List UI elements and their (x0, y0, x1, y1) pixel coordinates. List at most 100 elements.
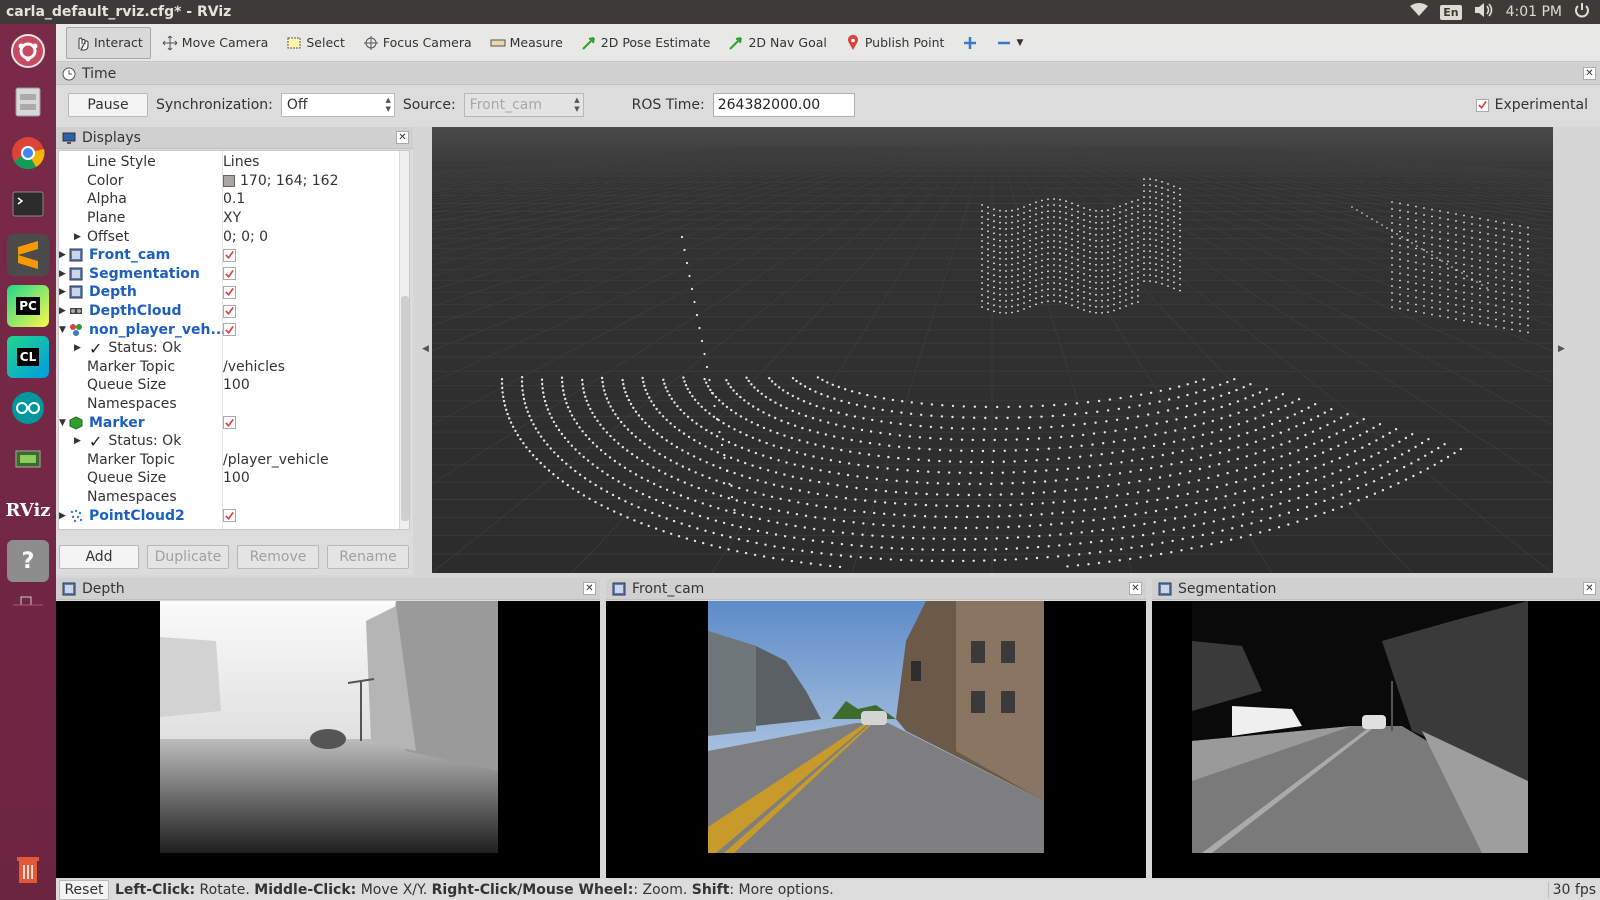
power-settings-icon[interactable] (1574, 2, 1590, 22)
displays-scrollbar[interactable] (399, 151, 409, 529)
workspace-switcher-icon[interactable] (13, 591, 43, 611)
sublime-text-icon[interactable] (7, 234, 49, 276)
display-enabled-checkbox[interactable] (223, 304, 236, 318)
display-row-depthcloud[interactable]: ▶ DepthCloud (59, 302, 399, 321)
time-controls: Pause Synchronization: Off ▲ ▼ Source: Fr… (56, 85, 1600, 125)
property-value[interactable]: 0; 0; 0 (223, 227, 268, 246)
wifi-icon[interactable] (1410, 3, 1429, 21)
display-enabled-checkbox[interactable] (223, 285, 236, 299)
experimental-toggle[interactable]: Experimental (1475, 97, 1588, 113)
property-row-marker-topic[interactable]: Marker Topic /player_vehicle (59, 451, 399, 470)
expand-arrow-icon[interactable]: ▶ (74, 232, 81, 242)
clock[interactable]: 4:01 PM (1506, 4, 1562, 20)
ros-time-field[interactable]: 264382000.00 (712, 93, 855, 117)
property-row-line-style[interactable]: Line Style Lines (59, 153, 399, 172)
property-value[interactable]: /player_vehicle (223, 451, 329, 470)
rviz-icon[interactable]: RViz (5, 489, 50, 531)
close-displays-panel-button[interactable]: ✕ (396, 131, 409, 144)
scrollbar-thumb[interactable] (401, 296, 409, 521)
display-row-non-player-vehicles[interactable]: ▼ non_player_veh... (59, 320, 399, 339)
display-enabled-checkbox[interactable] (223, 248, 236, 262)
status-row[interactable]: ▶ ✓ Status: Ok (59, 339, 399, 358)
image-display-icon (69, 267, 83, 281)
add-tool-button[interactable] (955, 27, 985, 59)
property-value[interactable]: Lines (223, 153, 259, 172)
close-time-panel-button[interactable]: ✕ (1583, 67, 1596, 80)
duplicate-display-button[interactable]: Duplicate (147, 545, 229, 569)
display-row-marker[interactable]: ▼ Marker (59, 413, 399, 432)
property-row-marker-topic[interactable]: Marker Topic /vehicles (59, 358, 399, 377)
property-value[interactable]: 0.1 (223, 190, 245, 209)
expand-arrow-icon[interactable]: ▶ (59, 287, 66, 297)
3d-render-viewport[interactable] (432, 127, 1553, 573)
reset-view-button[interactable]: Reset (59, 879, 109, 900)
add-display-button[interactable]: Add (59, 545, 139, 569)
system-monitor-icon[interactable] (7, 438, 49, 480)
display-row-segmentation[interactable]: ▶ Segmentation (59, 265, 399, 284)
2d-pose-estimate-tool-button[interactable]: 2D Pose Estimate (574, 27, 718, 59)
display-row-depth[interactable]: ▶ Depth (59, 283, 399, 302)
collapse-right-dock-arrow[interactable]: ▶ (1558, 344, 1565, 354)
expand-arrow-icon[interactable]: ▶ (74, 343, 81, 353)
pycharm-icon[interactable]: PC (7, 285, 49, 327)
interact-tool-button[interactable]: Interact (66, 26, 151, 59)
close-segmentation-panel-button[interactable]: ✕ (1583, 582, 1596, 595)
color-swatch[interactable] (223, 174, 235, 187)
arduino-icon[interactable] (7, 387, 49, 429)
synchronization-label: Synchronization: (156, 97, 273, 113)
property-row-color[interactable]: Color 170; 164; 162 (59, 172, 399, 191)
display-enabled-checkbox[interactable] (223, 416, 236, 430)
remove-display-button[interactable]: Remove (237, 545, 319, 569)
display-enabled-checkbox[interactable] (223, 323, 236, 337)
expand-arrow-icon[interactable]: ▶ (74, 436, 81, 446)
pause-button[interactable]: Pause (68, 93, 148, 117)
property-value[interactable]: /vehicles (223, 358, 285, 377)
rename-display-button[interactable]: Rename (327, 545, 409, 569)
property-row-namespaces[interactable]: Namespaces (59, 395, 399, 414)
property-row-queue-size[interactable]: Queue Size 100 (59, 376, 399, 395)
collapse-arrow-icon[interactable]: ▼ (59, 325, 66, 335)
measure-tool-button[interactable]: Measure (483, 27, 570, 59)
property-value[interactable]: 100 (223, 376, 250, 395)
synchronization-select[interactable]: Off ▲ ▼ (280, 93, 395, 117)
property-row-offset[interactable]: ▶ Offset 0; 0; 0 (59, 227, 399, 246)
property-row-queue-size[interactable]: Queue Size 100 (59, 469, 399, 488)
display-row-pointcloud2[interactable]: ▶ PointCloud2 (59, 506, 399, 525)
checkmark-icon (1477, 100, 1487, 110)
expand-arrow-icon[interactable]: ▶ (59, 269, 66, 279)
terminal-icon[interactable] (7, 183, 49, 225)
display-enabled-checkbox[interactable] (223, 267, 236, 281)
property-value[interactable]: 170; 164; 162 (223, 172, 339, 191)
focus-camera-tool-button[interactable]: Focus Camera (356, 27, 479, 59)
close-front-cam-panel-button[interactable]: ✕ (1129, 582, 1142, 595)
files-icon[interactable] (7, 81, 49, 123)
clion-icon[interactable]: CL (7, 336, 49, 378)
remove-tool-dropdown[interactable]: ▼ (989, 27, 1030, 59)
expand-arrow-icon[interactable]: ▶ (59, 306, 66, 316)
property-value[interactable]: 100 (223, 469, 250, 488)
select-tool-button[interactable]: Select (279, 27, 352, 59)
chrome-icon[interactable] (7, 132, 49, 174)
expand-arrow-icon[interactable]: ▶ (59, 511, 66, 521)
trash-icon[interactable] (7, 848, 49, 890)
source-select[interactable]: Front_cam ▲ ▼ (463, 93, 584, 117)
help-icon[interactable]: ? (7, 540, 49, 582)
expand-arrow-icon[interactable]: ▶ (59, 250, 66, 260)
status-row[interactable]: ▶ ✓ Status: Ok (59, 432, 399, 451)
keyboard-language-indicator[interactable]: En (1440, 4, 1462, 20)
move-camera-tool-button[interactable]: Move Camera (155, 27, 276, 59)
collapse-arrow-icon[interactable]: ▼ (59, 418, 66, 428)
ubuntu-dash-icon[interactable] (7, 30, 49, 72)
collapse-left-dock-arrow[interactable]: ◀ (422, 344, 429, 354)
display-row-front-cam[interactable]: ▶ Front_cam (59, 246, 399, 265)
experimental-checkbox[interactable] (1475, 98, 1489, 112)
2d-nav-goal-tool-button[interactable]: 2D Nav Goal (721, 27, 833, 59)
property-row-plane[interactable]: Plane XY (59, 209, 399, 228)
publish-point-tool-button[interactable]: Publish Point (838, 27, 952, 59)
close-depth-panel-button[interactable]: ✕ (583, 582, 596, 595)
display-enabled-checkbox[interactable] (223, 509, 236, 523)
volume-icon[interactable] (1474, 3, 1494, 21)
property-value[interactable]: XY (223, 209, 241, 228)
property-row-namespaces[interactable]: Namespaces (59, 488, 399, 507)
property-row-alpha[interactable]: Alpha 0.1 (59, 190, 399, 209)
